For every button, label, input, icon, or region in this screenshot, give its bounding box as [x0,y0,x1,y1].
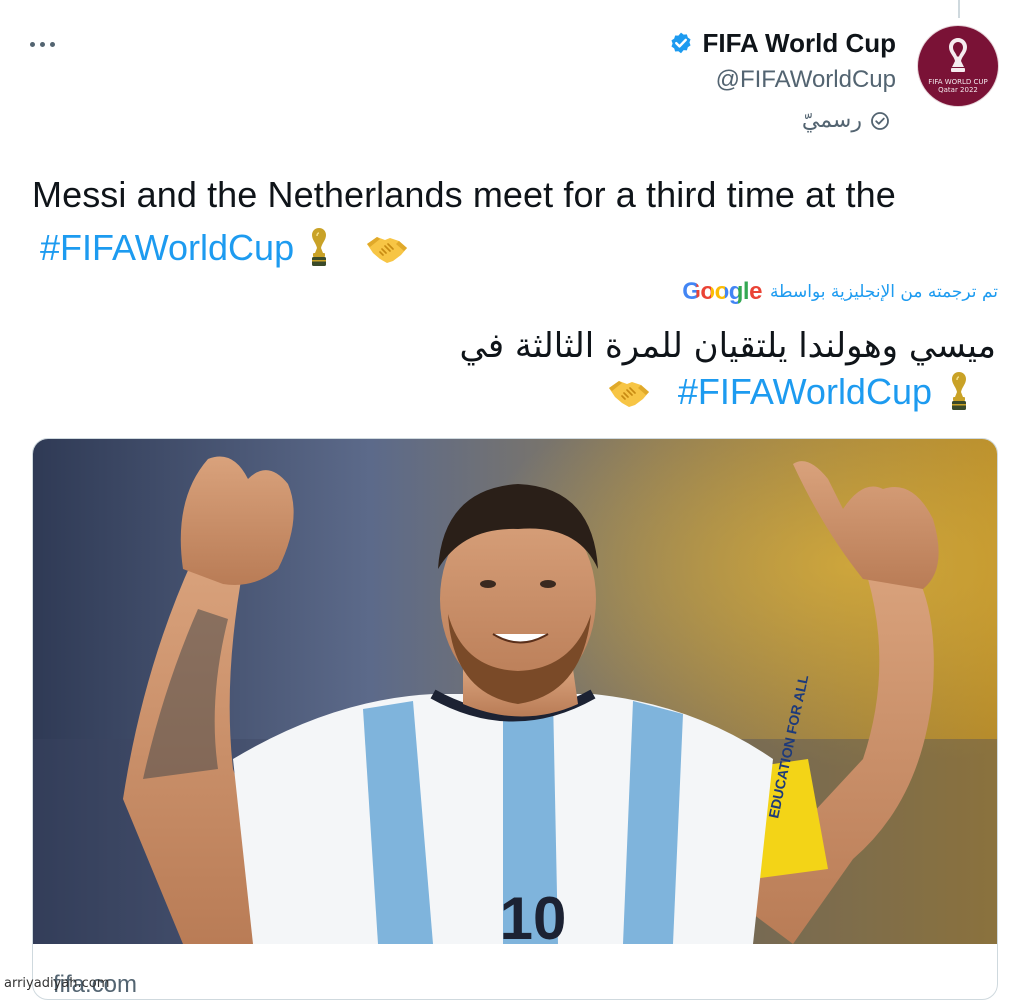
more-dots-icon[interactable] [30,30,70,58]
world-cup-logo-icon [949,38,967,72]
tweet-hashtag-row: #FIFAWorldCup [40,226,410,270]
translated-text: ميسي وهولندا يلتقيان للمرة الثالثة في [459,326,996,366]
display-name-row[interactable]: FIFA World Cup [668,28,896,59]
translated-hashtag-row: #FIFAWorldCup [606,370,972,414]
google-logo-icon: Google [682,278,762,305]
handshake-icon [367,237,408,263]
tweet-text: Messi and the Netherlands meet for a thi… [32,174,896,215]
link-card[interactable]: EDUCATION FOR ALL 10 fifa.com [32,438,998,1000]
translation-attribution: Google تم ترجمته من الإنجليزية بواسطة [682,278,998,306]
thread-line [958,0,960,18]
trophy-icon [312,228,327,266]
avatar[interactable]: FIFA WORLD CUP Qatar 2022 [918,26,998,106]
avatar-caption: FIFA WORLD CUP Qatar 2022 [928,78,988,94]
hashtag-link[interactable]: #FIFAWorldCup [40,227,294,269]
user-handle[interactable]: @FIFAWorldCup [716,66,896,94]
display-name[interactable]: FIFA World Cup [702,28,896,59]
trophy-icon [952,372,966,410]
check-circle-icon [871,111,889,130]
official-label-row: رسميّ [802,108,890,133]
official-label: رسميّ [801,108,862,133]
shirt-number: 10 [500,885,567,944]
handshake-icon [608,381,649,407]
card-photo: EDUCATION FOR ALL 10 [33,439,997,944]
watermark: arriyadiyah.com [4,976,110,991]
hashtag-link[interactable]: #FIFAWorldCup [678,371,932,413]
translated-by-label[interactable]: تم ترجمته من الإنجليزية بواسطة [770,282,998,302]
verified-badge-icon [671,32,692,53]
